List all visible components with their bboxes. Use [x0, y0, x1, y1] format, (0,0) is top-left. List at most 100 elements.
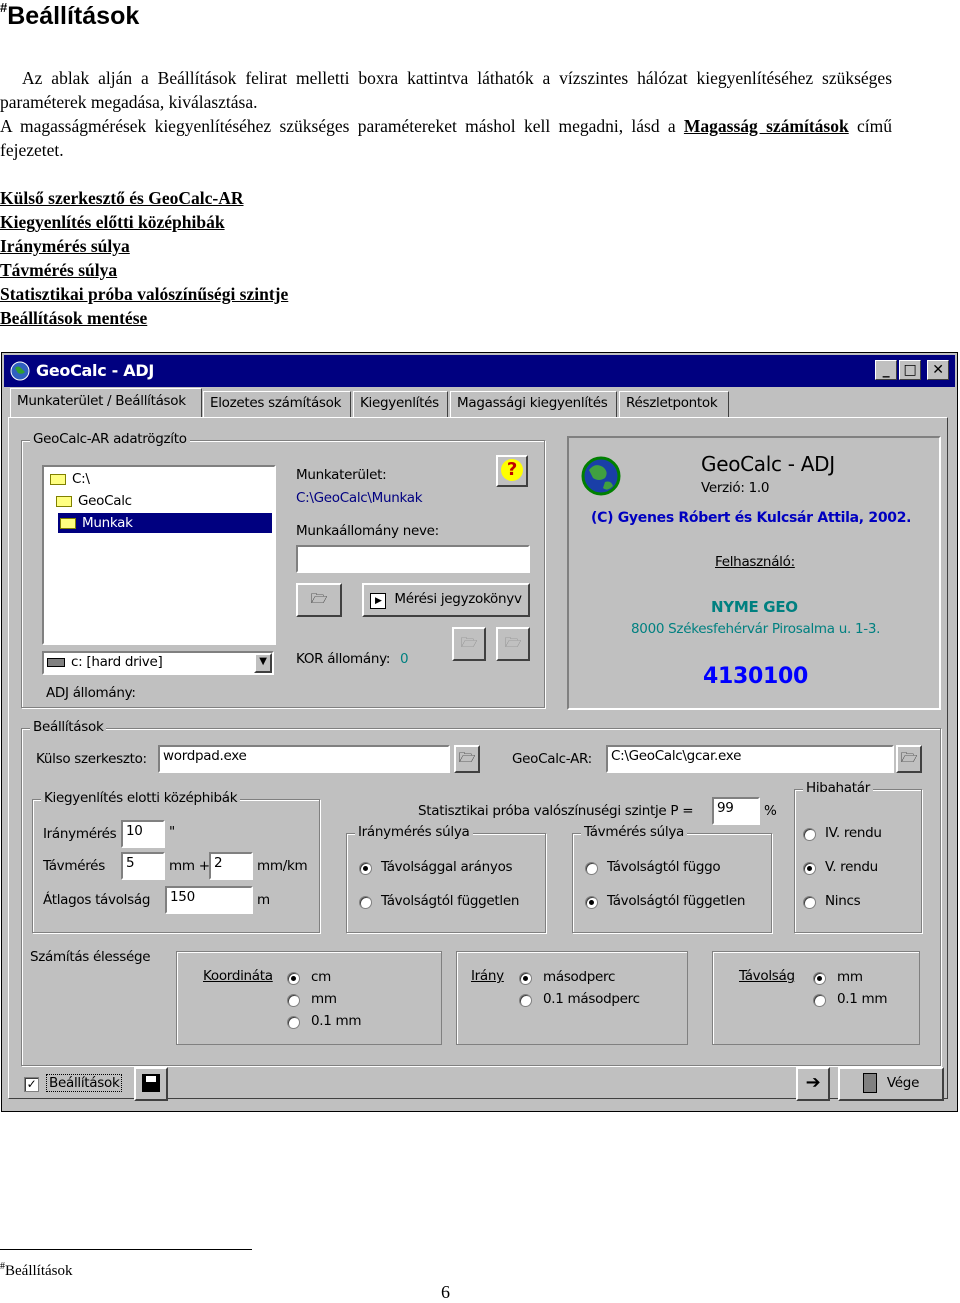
munkaterulet-label: Munkaterület:: [296, 467, 387, 483]
link-list: Külső szerkesztő és GeoCalc-AR Kiegyenlí…: [0, 186, 288, 330]
iranymeres-input[interactable]: 10: [121, 820, 165, 848]
tavolsag-elesseg-radio-0[interactable]: [813, 972, 826, 985]
tab-munkaterulet[interactable]: Munkaterület / Beállítások: [10, 388, 202, 418]
tavolsag-elesseg-radio-1[interactable]: [813, 994, 826, 1007]
munkaallomany-input[interactable]: [296, 545, 530, 573]
beallitasok-group: Beállítások Külso szerkeszto: wordpad.ex…: [21, 719, 941, 1066]
vege-button[interactable]: Vége: [838, 1067, 944, 1101]
link-tavmeres-sulya[interactable]: Távmérés súlya: [0, 258, 288, 282]
open-folder-button[interactable]: 🗁: [296, 583, 342, 617]
close-button[interactable]: ✕: [927, 360, 949, 380]
geocalc-window: GeoCalc - ADJ _ □ ✕ Munkaterület / Beáll…: [1, 352, 958, 1112]
paragraph-2-prefix: A magasságmérések kiegyenlítéséhez szüks…: [0, 116, 684, 136]
beallitasok-checkbox[interactable]: ✓: [24, 1077, 39, 1092]
help-icon: ?: [501, 459, 523, 481]
editor-label: Külso szerkeszto:: [36, 751, 147, 767]
link-statisztikai-proba[interactable]: Statisztikai próba valószínűségi szintje: [0, 282, 288, 306]
hibahatar-option-1: V. rendu: [825, 859, 878, 875]
footnote-separator: [0, 1249, 252, 1250]
about-box: GeoCalc - ADJ Verzió: 1.0 (C) Gyenes Rób…: [567, 436, 941, 710]
exit-door-icon: [862, 1073, 877, 1093]
folder-tree[interactable]: C:\ GeoCalc Munkak: [42, 465, 276, 645]
browse-editor-button[interactable]: 🗁: [454, 745, 480, 773]
tab-kiegyenlites[interactable]: Kiegyenlítés: [353, 391, 448, 417]
koordinata-radio-0[interactable]: [287, 972, 300, 985]
minimize-button[interactable]: _: [875, 360, 897, 380]
tab-reszletpontok[interactable]: Részletpontok: [619, 391, 729, 417]
stat-proba-input[interactable]: 99: [712, 797, 760, 825]
tav-suly-option-1: Távolságtól független: [607, 893, 746, 909]
irany-elesseg-group: Irány másodperc 0.1 másodperc: [456, 951, 688, 1045]
tavolsag-elesseg-option-1: 0.1 mm: [837, 991, 888, 1007]
tav-suly-radio-1[interactable]: [585, 896, 598, 909]
stat-proba-unit: %: [764, 803, 777, 819]
adj-allomany-label: ADJ állomány:: [46, 685, 136, 701]
tavolsag-elesseg-option-0: mm: [837, 969, 863, 985]
about-address: 8000 Székesfehérvár Pirosalma u. 1-3.: [631, 621, 881, 637]
tav-suly-radio-0[interactable]: [585, 862, 598, 875]
folder-open-icon: [50, 473, 66, 485]
adatrogzito-group: GeoCalc-AR adatrögzíto C:\ GeoCalc Munka…: [21, 431, 545, 708]
hibahatar-label: Hibahatár: [803, 780, 873, 796]
help-button[interactable]: ?: [496, 455, 528, 487]
hibahatar-radio-0[interactable]: [803, 828, 816, 841]
tavmeres-unit-mmkm: mm/km: [257, 858, 308, 874]
maximize-button[interactable]: □: [899, 360, 921, 380]
footnote-mark: #: [0, 0, 8, 15]
atlagos-tavolsag-unit: m: [257, 892, 270, 908]
editor-input[interactable]: wordpad.exe: [158, 745, 450, 773]
browse-geocalc-button[interactable]: 🗁: [896, 745, 922, 773]
hibahatar-radio-2[interactable]: [803, 896, 816, 909]
next-button[interactable]: ➔: [796, 1067, 830, 1101]
tab-magassagi[interactable]: Magassági kiegyenlítés: [450, 391, 617, 417]
about-user-label: Felhasználó:: [715, 554, 795, 570]
geocalc-input[interactable]: C:\GeoCalc\gcar.exe: [606, 745, 894, 773]
irany-suly-radio-0[interactable]: [359, 862, 372, 875]
window-title: GeoCalc - ADJ: [36, 361, 154, 380]
tree-item-geocalc[interactable]: GeoCalc: [54, 491, 132, 511]
atlagos-tavolsag-input[interactable]: 150: [165, 886, 253, 914]
about-version: Verzió: 1.0: [701, 480, 770, 496]
beallitasok-checkbox-label[interactable]: Beállítások: [46, 1074, 123, 1092]
footnote: #Beállítások: [0, 1261, 73, 1280]
meresi-jegyzokonyv-button[interactable]: ▶ Mérési jegyzokönyv: [362, 583, 530, 617]
link-beallitasok-mentese[interactable]: Beállítások mentése: [0, 306, 288, 330]
hibahatar-option-2: Nincs: [825, 893, 861, 909]
open-multiple-button[interactable]: 🗁: [496, 627, 530, 661]
hard-drive-icon: [47, 657, 65, 667]
iranymeres-label: Iránymérés: [43, 826, 117, 842]
floppy-disk-icon: [142, 1074, 160, 1092]
koordinata-option-0: cm: [311, 969, 331, 985]
open-kor-button[interactable]: 🗁: [452, 627, 486, 661]
link-kulso-szerkeszto[interactable]: Külső szerkesztő és GeoCalc-AR: [0, 186, 288, 210]
tavmeres-km-input[interactable]: 2: [209, 852, 253, 880]
folder-open-icon: 🗁: [900, 750, 918, 766]
footnote-text: Beállítások: [5, 1263, 73, 1279]
arrow-right-icon: ➔: [805, 1072, 821, 1093]
irany-suly-radio-1[interactable]: [359, 896, 372, 909]
tab-elozetes[interactable]: Elozetes számítások: [203, 391, 351, 417]
koordinata-radio-2[interactable]: [287, 1016, 300, 1029]
irany-elesseg-radio-1[interactable]: [519, 994, 532, 1007]
hibahatar-radio-1[interactable]: [803, 862, 816, 875]
drive-select[interactable]: c: [hard drive] ▼: [42, 651, 274, 675]
about-serial: 4130100: [703, 664, 809, 689]
munkaallomany-label: Munkaállomány neve:: [296, 523, 439, 539]
tavmeres-label: Távmérés: [43, 858, 105, 874]
title-bar[interactable]: GeoCalc - ADJ _ □ ✕: [4, 355, 955, 387]
tav-suly-group: Távmérés súlya Távolságtól függo Távolsá…: [572, 824, 772, 933]
chevron-down-icon[interactable]: ▼: [254, 653, 272, 673]
link-kozephibak[interactable]: Kiegyenlítés előtti középhibák: [0, 210, 288, 234]
paragraph-2: A magasságmérések kiegyenlítéséhez szüks…: [0, 114, 892, 162]
tree-item-munkak[interactable]: Munkak: [58, 513, 272, 533]
save-button[interactable]: [134, 1067, 168, 1101]
tavmeres-input[interactable]: 5: [121, 852, 165, 880]
magassag-link[interactable]: Magasság számítások: [684, 116, 849, 136]
koordinata-group: Koordináta cm mm 0.1 mm: [176, 951, 442, 1045]
koordinata-radio-1[interactable]: [287, 994, 300, 1007]
iranymeres-unit: ": [169, 824, 175, 840]
tree-item-root[interactable]: C:\: [48, 469, 90, 489]
irany-elesseg-radio-0[interactable]: [519, 972, 532, 985]
link-iranymeres-sulya[interactable]: Iránymérés súlya: [0, 234, 288, 258]
tavmeres-unit-mm: mm +: [169, 858, 210, 874]
